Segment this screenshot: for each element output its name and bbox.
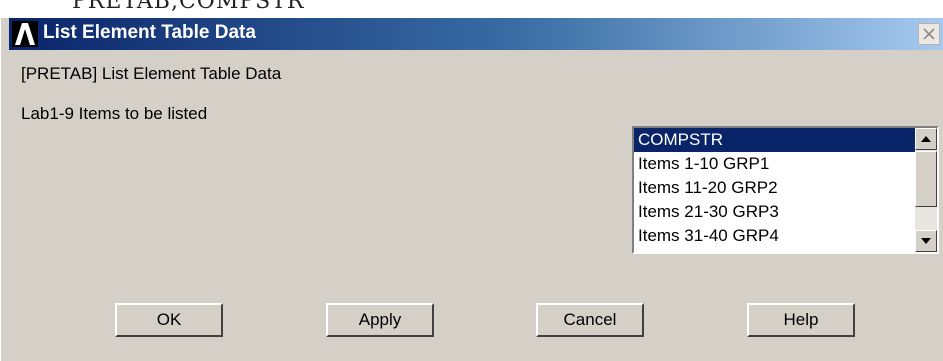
ok-button[interactable]: OK: [115, 303, 223, 337]
apply-button[interactable]: Apply: [326, 303, 434, 337]
arrow-down-icon: [921, 238, 931, 244]
command-label: [PRETAB] List Element Table Data: [21, 64, 282, 83]
list-item-grp1[interactable]: Items 1-10 GRP1: [634, 152, 915, 176]
scroll-thumb[interactable]: [915, 151, 937, 207]
window-title: List Element Table Data: [43, 22, 256, 43]
scroll-down-button[interactable]: [915, 230, 937, 252]
command-text: PRETAB,COMPSTR: [72, 0, 305, 14]
list-element-table-dialog: List Element Table Data [PRETAB] List El…: [0, 18, 943, 361]
list-item-compstr[interactable]: COMPSTR: [634, 128, 915, 152]
command-strip: PRETAB,COMPSTR: [0, 0, 943, 18]
ansys-logo-icon: [12, 21, 38, 47]
close-button[interactable]: [918, 23, 940, 45]
list-item-grp4[interactable]: Items 31-40 GRP4: [634, 224, 915, 248]
list-item-grp3[interactable]: Items 21-30 GRP3: [634, 200, 915, 224]
help-button[interactable]: Help: [747, 303, 855, 337]
arrow-up-icon: [921, 136, 931, 142]
list-item-grp2[interactable]: Items 11-20 GRP2: [634, 176, 915, 200]
cancel-button[interactable]: Cancel: [536, 303, 644, 337]
close-icon: [923, 28, 935, 40]
title-bar[interactable]: List Element Table Data: [9, 18, 943, 50]
screenshot-root: PRETAB,COMPSTR List Element Table Data […: [0, 0, 943, 361]
listbox-scrollbar[interactable]: [915, 128, 937, 252]
items-label: Lab1-9 Items to be listed: [21, 104, 208, 123]
items-listbox[interactable]: COMPSTR Items 1-10 GRP1 Items 11-20 GRP2…: [632, 126, 939, 254]
scroll-up-button[interactable]: [915, 128, 937, 150]
listbox-items: COMPSTR Items 1-10 GRP1 Items 11-20 GRP2…: [634, 128, 915, 252]
